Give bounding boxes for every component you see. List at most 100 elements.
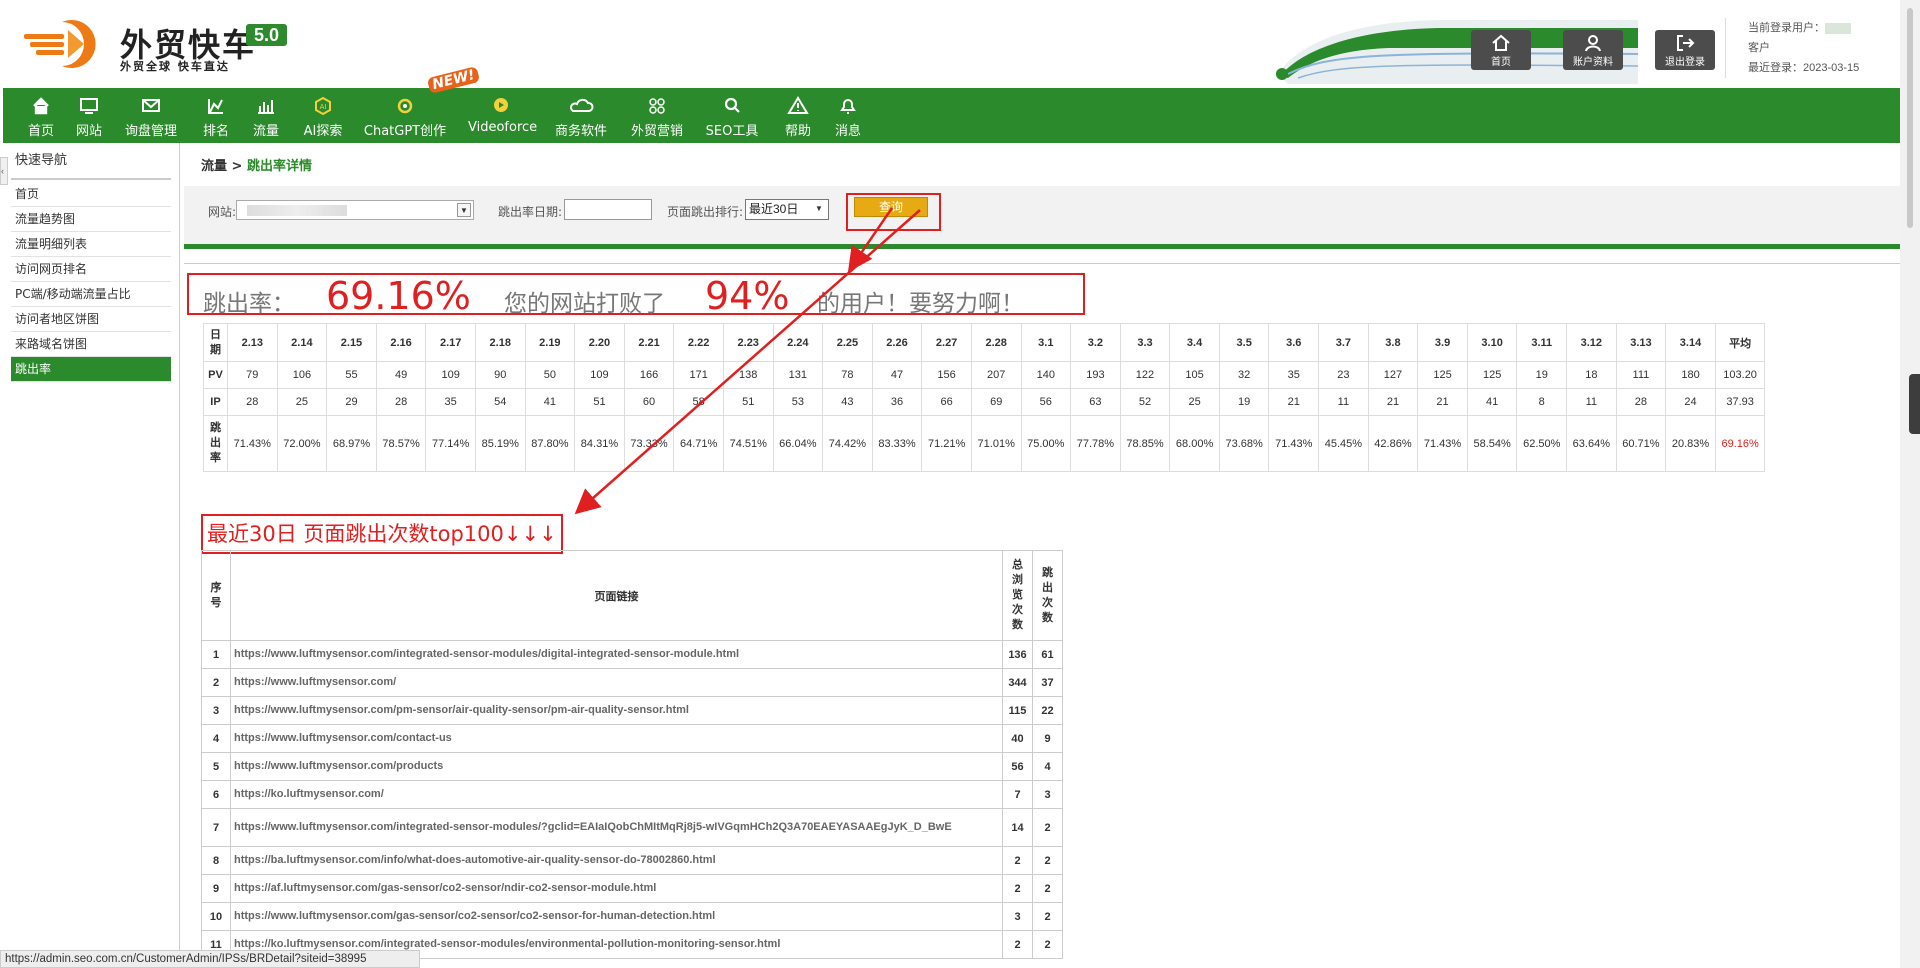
stats-ip-cell: 28 — [1615, 388, 1667, 416]
account-button[interactable]: 账户资料 — [1563, 30, 1623, 70]
nav-item-seo-tools[interactable]: SEO工具 — [704, 88, 760, 143]
page-scrollbar[interactable] — [1900, 0, 1920, 968]
stats-bounce-cell: 63.64% — [1566, 415, 1617, 472]
row-index: 1 — [201, 640, 231, 669]
scrollbar-thumb[interactable] — [1907, 8, 1913, 228]
row-bounces: 2 — [1032, 808, 1063, 847]
stats-pv-cell: 138 — [722, 361, 774, 389]
stats-bounce-cell: 60.71% — [1615, 415, 1667, 472]
logout-button[interactable]: 退出登录 — [1655, 30, 1715, 70]
stats-ip-cell: 8 — [1516, 388, 1568, 416]
nav-item-messages[interactable]: 消息 — [832, 88, 864, 143]
logo[interactable]: 外贸快车 5.0 外贸全球 快车直达 — [22, 16, 292, 73]
side-float-tab[interactable] — [1909, 374, 1920, 434]
stats-date-cell: 2.26 — [871, 323, 923, 362]
video-icon — [494, 98, 508, 112]
nav-item-ranking[interactable]: 排名 — [200, 88, 232, 143]
sidebar-item-home[interactable]: 首页 — [11, 182, 171, 207]
row-url-link[interactable]: https://af.luftmysensor.com/gas-sensor/c… — [230, 874, 1003, 903]
row-url-link[interactable]: https://www.luftmysensor.com/integrated-… — [230, 640, 1003, 669]
row-url-link[interactable]: https://www.luftmysensor.com/integrated-… — [230, 808, 1003, 847]
stats-ip-cell: 11 — [1566, 388, 1617, 416]
nav-label: 帮助 — [784, 124, 811, 139]
row-url-link[interactable]: https://www.luftmysensor.com/gas-sensor/… — [230, 902, 1003, 931]
sidebar-item-referrer-pie[interactable]: 来路域名饼图 — [11, 332, 171, 357]
pv-row-label: PV — [203, 361, 228, 389]
row-url-link[interactable]: https://www.luftmysensor.com/ — [230, 668, 1003, 697]
stats-ip-cell: 29 — [326, 388, 377, 416]
sidebar-collapse-icon[interactable]: ‹ — [0, 157, 8, 185]
stats-bounce-cell: 72.00% — [276, 415, 328, 472]
nav-item-home[interactable]: 首页 — [25, 88, 57, 143]
row-url-link[interactable]: https://ba.luftmysensor.com/info/what-do… — [230, 846, 1003, 875]
green-divider — [184, 244, 1900, 249]
stats-ip-cell: 19 — [1218, 388, 1270, 416]
stats-pv-cell: 193 — [1070, 361, 1121, 389]
sidebar-item-traffic-trend[interactable]: 流量趋势图 — [11, 207, 171, 232]
stats-bounce-cell: 71.01% — [970, 415, 1022, 472]
row-index: 8 — [201, 846, 231, 875]
header-bounces: 跳出次数 — [1032, 550, 1063, 641]
summary-mid: 您的网站打败了 — [504, 291, 665, 317]
sidebar-item-traffic-detail[interactable]: 流量明细列表 — [11, 232, 171, 257]
stats-bounce-cell: 68.00% — [1169, 415, 1220, 472]
site-label: 网站: — [208, 205, 237, 219]
stats-pv-cell: 171 — [673, 361, 724, 389]
nav-item-traffic[interactable]: 流量 — [250, 88, 282, 143]
sidebar-item-page-ranking[interactable]: 访问网页排名 — [11, 257, 171, 282]
home-icon — [33, 97, 49, 115]
stats-ip-cell: 41 — [1466, 388, 1518, 416]
nav-item-marketing[interactable]: 外贸营销 — [629, 88, 685, 143]
nav-label: 流量 — [252, 124, 279, 139]
sidebar-item-bounce-rate[interactable]: 跳出率 — [11, 357, 171, 382]
nav-item-chatgpt[interactable]: ChatGPT创作 — [362, 88, 448, 143]
site-select[interactable]: ▼ — [236, 200, 474, 220]
warning-icon — [787, 96, 809, 114]
filter-bar: 网站: ▼ 跳出率日期: 页面跳出排行: 最近30日 ▼ 查询 — [184, 186, 1900, 244]
row-bounces: 4 — [1032, 752, 1063, 781]
row-url-link[interactable]: https://ko.luftmysensor.com/ — [230, 780, 1003, 809]
date-row-label: 日期 — [203, 323, 228, 362]
table-row: 8 https://ba.luftmysensor.com/info/what-d… — [201, 846, 1063, 875]
table-row: 10 https://www.luftmysensor.com/gas-senso… — [201, 902, 1063, 931]
table-row: 6 https://ko.luftmysensor.com/7 3 — [201, 780, 1063, 809]
stats-date-cell: 3.8 — [1367, 323, 1419, 362]
nav-label: 消息 — [834, 124, 861, 139]
sidebar-item-region-pie[interactable]: 访问者地区饼图 — [11, 307, 171, 332]
stats-date-cell: 2.23 — [722, 323, 774, 362]
stats-bounce-cell: 45.45% — [1318, 415, 1369, 472]
row-index: 3 — [201, 696, 231, 725]
mail-icon — [142, 99, 160, 112]
nav-item-website[interactable]: 网站 — [73, 88, 105, 143]
nav-item-videoforce[interactable]: Videoforce — [468, 88, 537, 143]
nav-item-inquiry[interactable]: 询盘管理 — [124, 88, 178, 143]
stats-pv-cell: 47 — [871, 361, 923, 389]
nav-item-business-software[interactable]: 商务软件 — [553, 88, 609, 143]
bounce-date-input[interactable] — [564, 199, 652, 220]
rank-period-value: 最近30日 — [749, 202, 799, 216]
header-home-button[interactable]: 首页 — [1471, 30, 1531, 70]
rank-period-select[interactable]: 最近30日 ▼ — [745, 199, 829, 220]
stats-pv-cell: 90 — [474, 361, 526, 389]
stats-pv-cell: 106 — [276, 361, 328, 389]
stats-date-cell: 2.28 — [970, 323, 1022, 362]
row-url-link[interactable]: https://www.luftmysensor.com/pm-sensor/a… — [230, 696, 1003, 725]
row-bounces: 9 — [1032, 724, 1063, 753]
nav-item-help[interactable]: 帮助 — [782, 88, 814, 143]
row-views: 344 — [1002, 668, 1033, 697]
row-views: 2 — [1002, 930, 1033, 959]
logo-mark-icon — [24, 20, 96, 69]
row-url-link[interactable]: https://www.luftmysensor.com/products — [230, 752, 1003, 781]
nav-item-ai[interactable]: AI AI探索 — [301, 88, 345, 143]
stats-bounce-cell: 71.43% — [1268, 415, 1320, 472]
row-bounces: 2 — [1032, 874, 1063, 903]
row-index: 7 — [201, 808, 231, 847]
svg-text:AI: AI — [320, 103, 327, 111]
table-row: 7 https://www.luftmysensor.com/integrated… — [201, 808, 1063, 847]
stats-date-cell: 平均 — [1714, 323, 1766, 362]
breadcrumb-parent[interactable]: 流量 — [201, 159, 227, 174]
ai-icon: AI — [315, 96, 331, 116]
sidebar-item-device-share[interactable]: PC端/移动端流量占比 — [11, 282, 171, 307]
chevron-down-icon: ▼ — [457, 203, 471, 217]
row-url-link[interactable]: https://www.luftmysensor.com/contact-us — [230, 724, 1003, 753]
